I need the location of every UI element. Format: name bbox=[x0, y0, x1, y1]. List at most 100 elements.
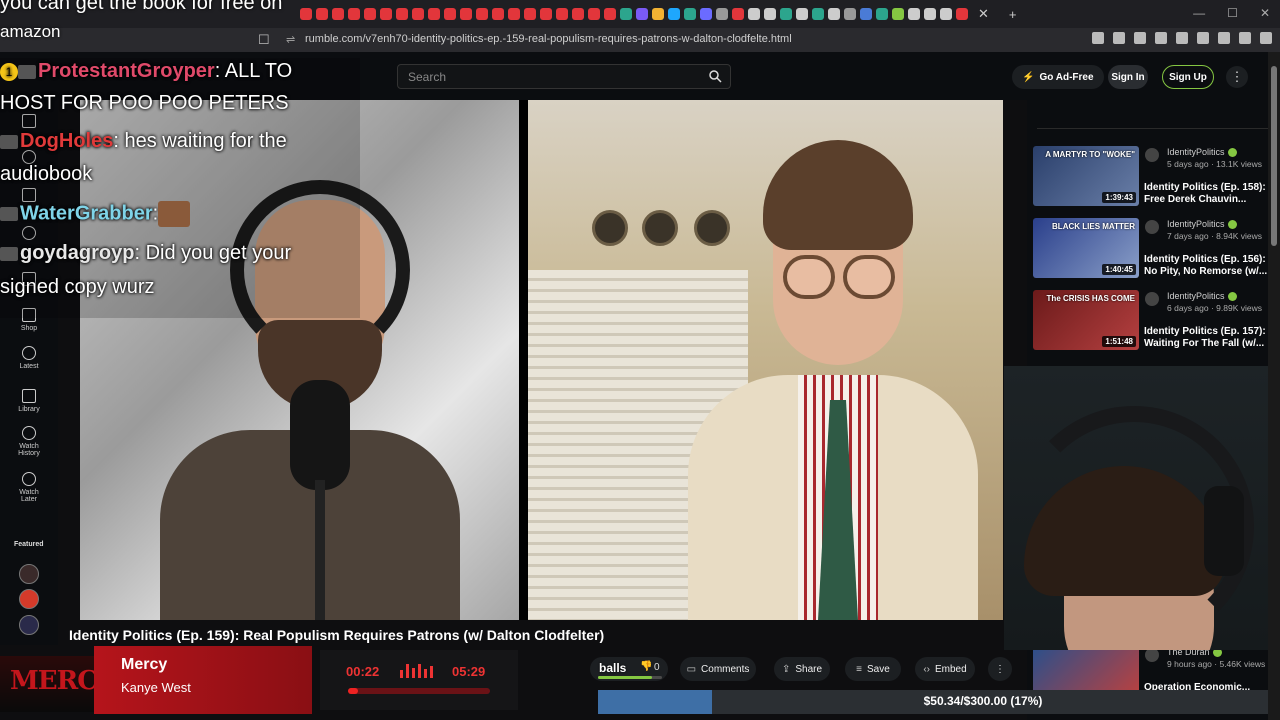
embed-button[interactable]: ‹› Embed bbox=[915, 657, 975, 681]
scrollbar-thumb[interactable] bbox=[1271, 66, 1277, 246]
browser-tab[interactable] bbox=[876, 8, 888, 20]
channel-name[interactable]: IdentityPolitics bbox=[1167, 291, 1237, 302]
browser-tab[interactable] bbox=[428, 8, 440, 20]
vote-ratio-bar bbox=[598, 676, 662, 679]
search-input[interactable]: Search bbox=[408, 70, 446, 84]
browser-tab[interactable] bbox=[476, 8, 488, 20]
close-window-icon[interactable]: ✕ bbox=[1260, 6, 1270, 20]
browser-tab[interactable] bbox=[492, 8, 504, 20]
channel-name[interactable]: IdentityPolitics bbox=[1167, 219, 1237, 230]
browser-tab[interactable] bbox=[716, 8, 728, 20]
equalizer-icon bbox=[400, 664, 440, 678]
extension-icon[interactable] bbox=[1155, 32, 1167, 44]
browser-tab[interactable] bbox=[748, 8, 760, 20]
search-icon[interactable] bbox=[708, 69, 722, 83]
channel-avatar[interactable] bbox=[1145, 648, 1159, 662]
browser-tab[interactable] bbox=[924, 8, 936, 20]
browser-tab[interactable] bbox=[572, 8, 584, 20]
vote-label[interactable]: balls bbox=[599, 661, 626, 675]
browser-tab[interactable] bbox=[796, 8, 808, 20]
related-video-title[interactable]: Identity Politics (Ep. 157): Waiting For… bbox=[1144, 326, 1268, 350]
wall-clock bbox=[642, 210, 678, 246]
channel-name-text: IdentityPolitics bbox=[1167, 291, 1225, 301]
browser-tab[interactable] bbox=[780, 8, 792, 20]
browser-tab[interactable] bbox=[812, 8, 824, 20]
related-video-thumbnail[interactable]: A MARTYR TO "WOKE" 1:39:43 bbox=[1033, 146, 1139, 206]
browser-tab[interactable] bbox=[380, 8, 392, 20]
sidebar-item-latest[interactable]: Latest bbox=[0, 346, 58, 370]
featured-channel-avatar[interactable] bbox=[19, 615, 39, 635]
browser-tab[interactable] bbox=[540, 8, 552, 20]
related-video-thumbnail[interactable]: BLACK LIES MATTER 1:40:45 bbox=[1033, 218, 1139, 278]
channel-avatar[interactable] bbox=[1145, 148, 1159, 162]
extension-icon[interactable] bbox=[1260, 32, 1272, 44]
sidebar-item-watch-history[interactable]: Watch History bbox=[0, 426, 58, 457]
browser-tab[interactable] bbox=[828, 8, 840, 20]
related-video-item[interactable]: A MARTYR TO "WOKE" 1:39:43 IdentityPolitic… bbox=[1033, 146, 1268, 212]
browser-tab[interactable] bbox=[444, 8, 456, 20]
browser-tab[interactable] bbox=[636, 8, 648, 20]
save-button[interactable]: ≡ Save bbox=[845, 657, 901, 681]
url-field[interactable]: rumble.com/v7enh70-identity-politics-ep.… bbox=[305, 33, 792, 45]
close-tab-icon[interactable]: ✕ bbox=[978, 6, 989, 22]
sign-in-button[interactable]: Sign In bbox=[1108, 65, 1148, 89]
extension-icon[interactable] bbox=[1239, 32, 1251, 44]
related-video-item[interactable]: The CRISIS HAS COME 1:51:48 IdentityPoliti… bbox=[1033, 290, 1268, 356]
browser-tab[interactable] bbox=[684, 8, 696, 20]
sidebar-item-library[interactable]: Library bbox=[0, 389, 58, 413]
related-video-item[interactable]: BLACK LIES MATTER 1:40:45 IdentityPolitics… bbox=[1033, 218, 1268, 284]
browser-tab[interactable] bbox=[588, 8, 600, 20]
sidebar-item-watch-later[interactable]: Watch Later bbox=[0, 472, 58, 503]
go-ad-free-button[interactable]: ⚡ Go Ad-Free bbox=[1012, 65, 1104, 89]
browser-tab[interactable] bbox=[956, 8, 968, 20]
browser-tab[interactable] bbox=[764, 8, 776, 20]
browser-tab[interactable] bbox=[652, 8, 664, 20]
share-label: Share bbox=[795, 663, 823, 675]
browser-tab[interactable] bbox=[844, 8, 856, 20]
comments-button[interactable]: ▭ Comments bbox=[680, 657, 756, 681]
channel-name[interactable]: IdentityPolitics bbox=[1167, 147, 1237, 158]
extension-icon[interactable] bbox=[1134, 32, 1146, 44]
thumbs-down-icon[interactable]: 👎 bbox=[640, 661, 652, 672]
extension-icon[interactable] bbox=[1113, 32, 1125, 44]
browser-tab[interactable] bbox=[604, 8, 616, 20]
channel-avatar[interactable] bbox=[1145, 220, 1159, 234]
extension-icon[interactable] bbox=[1197, 32, 1209, 44]
maximize-icon[interactable]: ☐ bbox=[1227, 6, 1238, 20]
channel-avatar[interactable] bbox=[1145, 292, 1159, 306]
browser-tab[interactable] bbox=[908, 8, 920, 20]
related-video-title[interactable]: Identity Politics (Ep. 158): Free Derek … bbox=[1144, 182, 1268, 206]
extension-icon[interactable] bbox=[1176, 32, 1188, 44]
featured-channel-avatar[interactable] bbox=[19, 564, 39, 584]
browser-tab[interactable] bbox=[460, 8, 472, 20]
browser-tab[interactable] bbox=[364, 8, 376, 20]
window-controls: — ☐ ✕ bbox=[1193, 6, 1270, 20]
extension-icon[interactable] bbox=[1218, 32, 1230, 44]
header-more-button[interactable]: ⋮ bbox=[1226, 66, 1248, 88]
browser-tab[interactable] bbox=[668, 8, 680, 20]
chat-text: audiobook bbox=[0, 163, 93, 185]
minimize-icon[interactable]: — bbox=[1193, 6, 1205, 20]
related-video-title[interactable]: Identity Politics (Ep. 156): No Pity, No… bbox=[1144, 254, 1268, 278]
extension-icon[interactable] bbox=[1092, 32, 1104, 44]
browser-tab[interactable] bbox=[396, 8, 408, 20]
featured-channel-avatar[interactable] bbox=[19, 589, 39, 609]
browser-tab[interactable] bbox=[412, 8, 424, 20]
browser-tab[interactable] bbox=[732, 8, 744, 20]
sign-up-button[interactable]: Sign Up bbox=[1162, 65, 1214, 89]
actions-more-button[interactable]: ⋮ bbox=[988, 657, 1012, 681]
search-box[interactable]: Search bbox=[397, 64, 731, 89]
browser-tab[interactable] bbox=[524, 8, 536, 20]
new-tab-icon[interactable]: + bbox=[1009, 7, 1017, 22]
page-scrollbar[interactable] bbox=[1268, 52, 1280, 720]
browser-tab[interactable] bbox=[556, 8, 568, 20]
browser-tab[interactable] bbox=[940, 8, 952, 20]
share-button[interactable]: ⇪ Share bbox=[774, 657, 830, 681]
browser-tab[interactable] bbox=[892, 8, 904, 20]
browser-tab[interactable] bbox=[620, 8, 632, 20]
related-video-thumbnail[interactable]: The CRISIS HAS COME 1:51:48 bbox=[1033, 290, 1139, 350]
browser-tab[interactable] bbox=[508, 8, 520, 20]
browser-tab[interactable] bbox=[700, 8, 712, 20]
chat-emote-icon bbox=[158, 201, 191, 227]
browser-tab[interactable] bbox=[860, 8, 872, 20]
